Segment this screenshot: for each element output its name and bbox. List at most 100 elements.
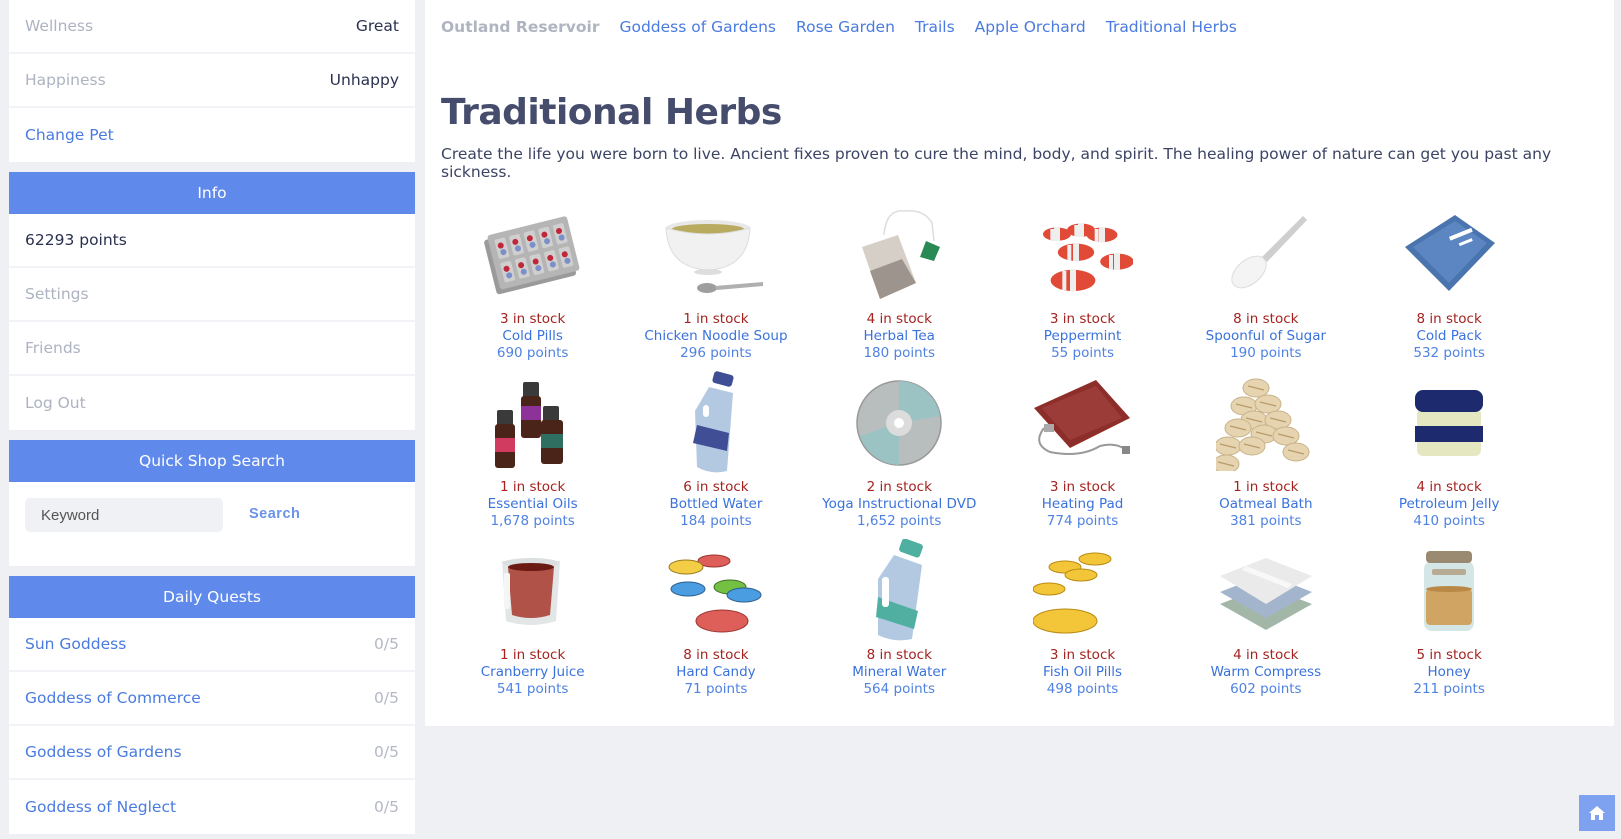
item-stock: 5 in stock: [1416, 647, 1482, 663]
change-pet-link[interactable]: Change Pet: [25, 126, 114, 144]
item-price: 498 points: [1046, 681, 1119, 697]
item-name[interactable]: Cold Pack: [1416, 328, 1481, 344]
shop-item[interactable]: 5 in stock Honey 211 points: [1357, 539, 1540, 707]
item-name[interactable]: Warm Compress: [1211, 664, 1322, 680]
water-bottle-icon[interactable]: [661, 370, 771, 475]
quest-progress: 0/5: [374, 798, 399, 816]
item-name[interactable]: Peppermint: [1044, 328, 1121, 344]
logout-link[interactable]: Log Out: [25, 394, 86, 412]
honey-jar-icon[interactable]: [1394, 539, 1504, 643]
shop-item[interactable]: 8 in stock Spoonful of Sugar 190 points: [1174, 203, 1357, 371]
quest-name[interactable]: Goddess of Neglect: [25, 798, 176, 816]
item-stock: 1 in stock: [1233, 479, 1299, 495]
item-price: 541 points: [496, 681, 569, 697]
heating-pad-icon[interactable]: [1028, 371, 1138, 475]
shop-item[interactable]: 8 in stock Cold Pack 532 points: [1357, 203, 1540, 371]
oil-bottles-icon[interactable]: [478, 371, 588, 475]
breadcrumb-item[interactable]: Apple Orchard: [975, 18, 1086, 56]
breadcrumb-item[interactable]: Rose Garden: [796, 18, 895, 56]
shop-item[interactable]: 4 in stock Herbal Tea 180 points: [808, 203, 991, 371]
tea-bag-icon[interactable]: [844, 203, 954, 307]
fish-oil-icon[interactable]: [1028, 539, 1138, 643]
quest-name[interactable]: Goddess of Gardens: [25, 743, 182, 761]
item-stock: 8 in stock: [866, 647, 932, 663]
item-grid: 3 in stock Cold Pills 690 points 1 in stock…: [441, 203, 1598, 707]
points-row: 62293 points: [9, 214, 415, 268]
item-stock: 3 in stock: [1049, 479, 1116, 495]
friends-row[interactable]: Friends: [9, 322, 415, 376]
item-name[interactable]: Cold Pills: [502, 328, 562, 344]
shop-item[interactable]: 1 in stock Oatmeal Bath 381 points: [1174, 371, 1357, 539]
shop-item[interactable]: 6 in stock Bottled Water 184 points: [624, 370, 807, 539]
oats-icon[interactable]: [1211, 371, 1321, 475]
item-stock: 8 in stock: [683, 647, 749, 663]
quest-item[interactable]: Goddess of Commerce 0/5: [9, 672, 415, 726]
item-name[interactable]: Spoonful of Sugar: [1206, 328, 1326, 344]
item-name[interactable]: Cranberry Juice: [481, 664, 585, 680]
shop-item[interactable]: 1 in stock Chicken Noodle Soup 296 points: [624, 203, 807, 371]
shop-item[interactable]: 1 in stock Essential Oils 1,678 points: [441, 371, 624, 539]
settings-link[interactable]: Settings: [25, 285, 89, 303]
item-name[interactable]: Honey: [1428, 664, 1471, 680]
item-name[interactable]: Mineral Water: [852, 664, 946, 680]
pills-blister-icon[interactable]: [478, 203, 588, 307]
dvd-icon[interactable]: [844, 371, 954, 475]
item-name[interactable]: Hard Candy: [676, 664, 755, 680]
friends-link[interactable]: Friends: [25, 339, 81, 357]
item-stock: 4 in stock: [1416, 479, 1482, 495]
quest-progress: 0/5: [374, 743, 399, 761]
breadcrumb-item[interactable]: Trails: [915, 18, 955, 56]
jelly-jar-icon[interactable]: [1394, 371, 1504, 475]
shop-item[interactable]: 3 in stock Peppermint 55 points: [991, 203, 1174, 371]
item-stock: 1 in stock: [499, 647, 566, 663]
mineral-water-icon[interactable]: [844, 538, 954, 643]
shop-item[interactable]: 8 in stock Hard Candy 71 points: [624, 539, 807, 707]
shop-item[interactable]: 3 in stock Heating Pad 774 points: [991, 371, 1174, 539]
item-name[interactable]: Heating Pad: [1042, 496, 1124, 512]
towels-icon[interactable]: [1211, 539, 1321, 643]
search-button[interactable]: Search: [249, 506, 300, 522]
item-name[interactable]: Chicken Noodle Soup: [644, 328, 787, 344]
shop-item[interactable]: 8 in stock Mineral Water 564 points: [808, 538, 991, 707]
item-name[interactable]: Herbal Tea: [864, 328, 935, 344]
quest-item[interactable]: Goddess of Gardens 0/5: [9, 726, 415, 780]
item-price: 184 points: [680, 513, 752, 529]
shop-item[interactable]: 1 in stock Cranberry Juice 541 points: [441, 539, 624, 707]
item-name[interactable]: Essential Oils: [488, 496, 578, 512]
quest-name[interactable]: Goddess of Commerce: [25, 689, 201, 707]
quest-item[interactable]: Goddess of Neglect 0/5: [9, 780, 415, 834]
home-icon: [1589, 806, 1605, 820]
breadcrumb-item[interactable]: Outland Reservoir: [441, 18, 599, 56]
keyword-input[interactable]: [25, 498, 223, 532]
juice-cup-icon[interactable]: [478, 539, 588, 643]
soup-bowl-icon[interactable]: [661, 203, 771, 307]
shop-panel: Outland Reservoir Goddess of Gardens Ros…: [425, 0, 1614, 726]
item-price: 381 points: [1230, 513, 1302, 529]
item-name[interactable]: Fish Oil Pills: [1043, 664, 1122, 680]
item-price: 690 points: [496, 345, 569, 361]
peppermint-candy-icon[interactable]: [1028, 203, 1138, 307]
shop-item[interactable]: 3 in stock Cold Pills 690 points: [441, 203, 624, 371]
quick-search-header: Quick Shop Search: [9, 440, 415, 482]
cold-pack-icon[interactable]: [1394, 203, 1504, 307]
item-name[interactable]: Bottled Water: [669, 496, 762, 512]
quest-item[interactable]: Sun Goddess 0/5: [9, 618, 415, 672]
wellness-value: Great: [355, 17, 399, 35]
hard-candy-icon[interactable]: [661, 539, 771, 643]
shop-item[interactable]: 4 in stock Petroleum Jelly 410 points: [1357, 371, 1540, 539]
breadcrumb-item[interactable]: Traditional Herbs: [1106, 18, 1237, 56]
item-name[interactable]: Oatmeal Bath: [1219, 496, 1312, 512]
logout-row[interactable]: Log Out: [9, 376, 415, 430]
quest-name[interactable]: Sun Goddess: [25, 635, 126, 653]
item-price: 211 points: [1413, 681, 1485, 697]
settings-row[interactable]: Settings: [9, 268, 415, 322]
shop-item[interactable]: 4 in stock Warm Compress 602 points: [1174, 539, 1357, 707]
item-name[interactable]: Yoga Instructional DVD: [822, 496, 976, 512]
shop-item[interactable]: 2 in stock Yoga Instructional DVD 1,652 po…: [808, 371, 991, 539]
shop-item[interactable]: 3 in stock Fish Oil Pills 498 points: [991, 539, 1174, 707]
breadcrumb-item[interactable]: Goddess of Gardens: [619, 18, 776, 56]
item-price: 1,652 points: [857, 513, 942, 529]
item-name[interactable]: Petroleum Jelly: [1399, 496, 1500, 512]
home-button[interactable]: [1579, 795, 1615, 831]
sugar-spoon-icon[interactable]: [1211, 203, 1321, 307]
